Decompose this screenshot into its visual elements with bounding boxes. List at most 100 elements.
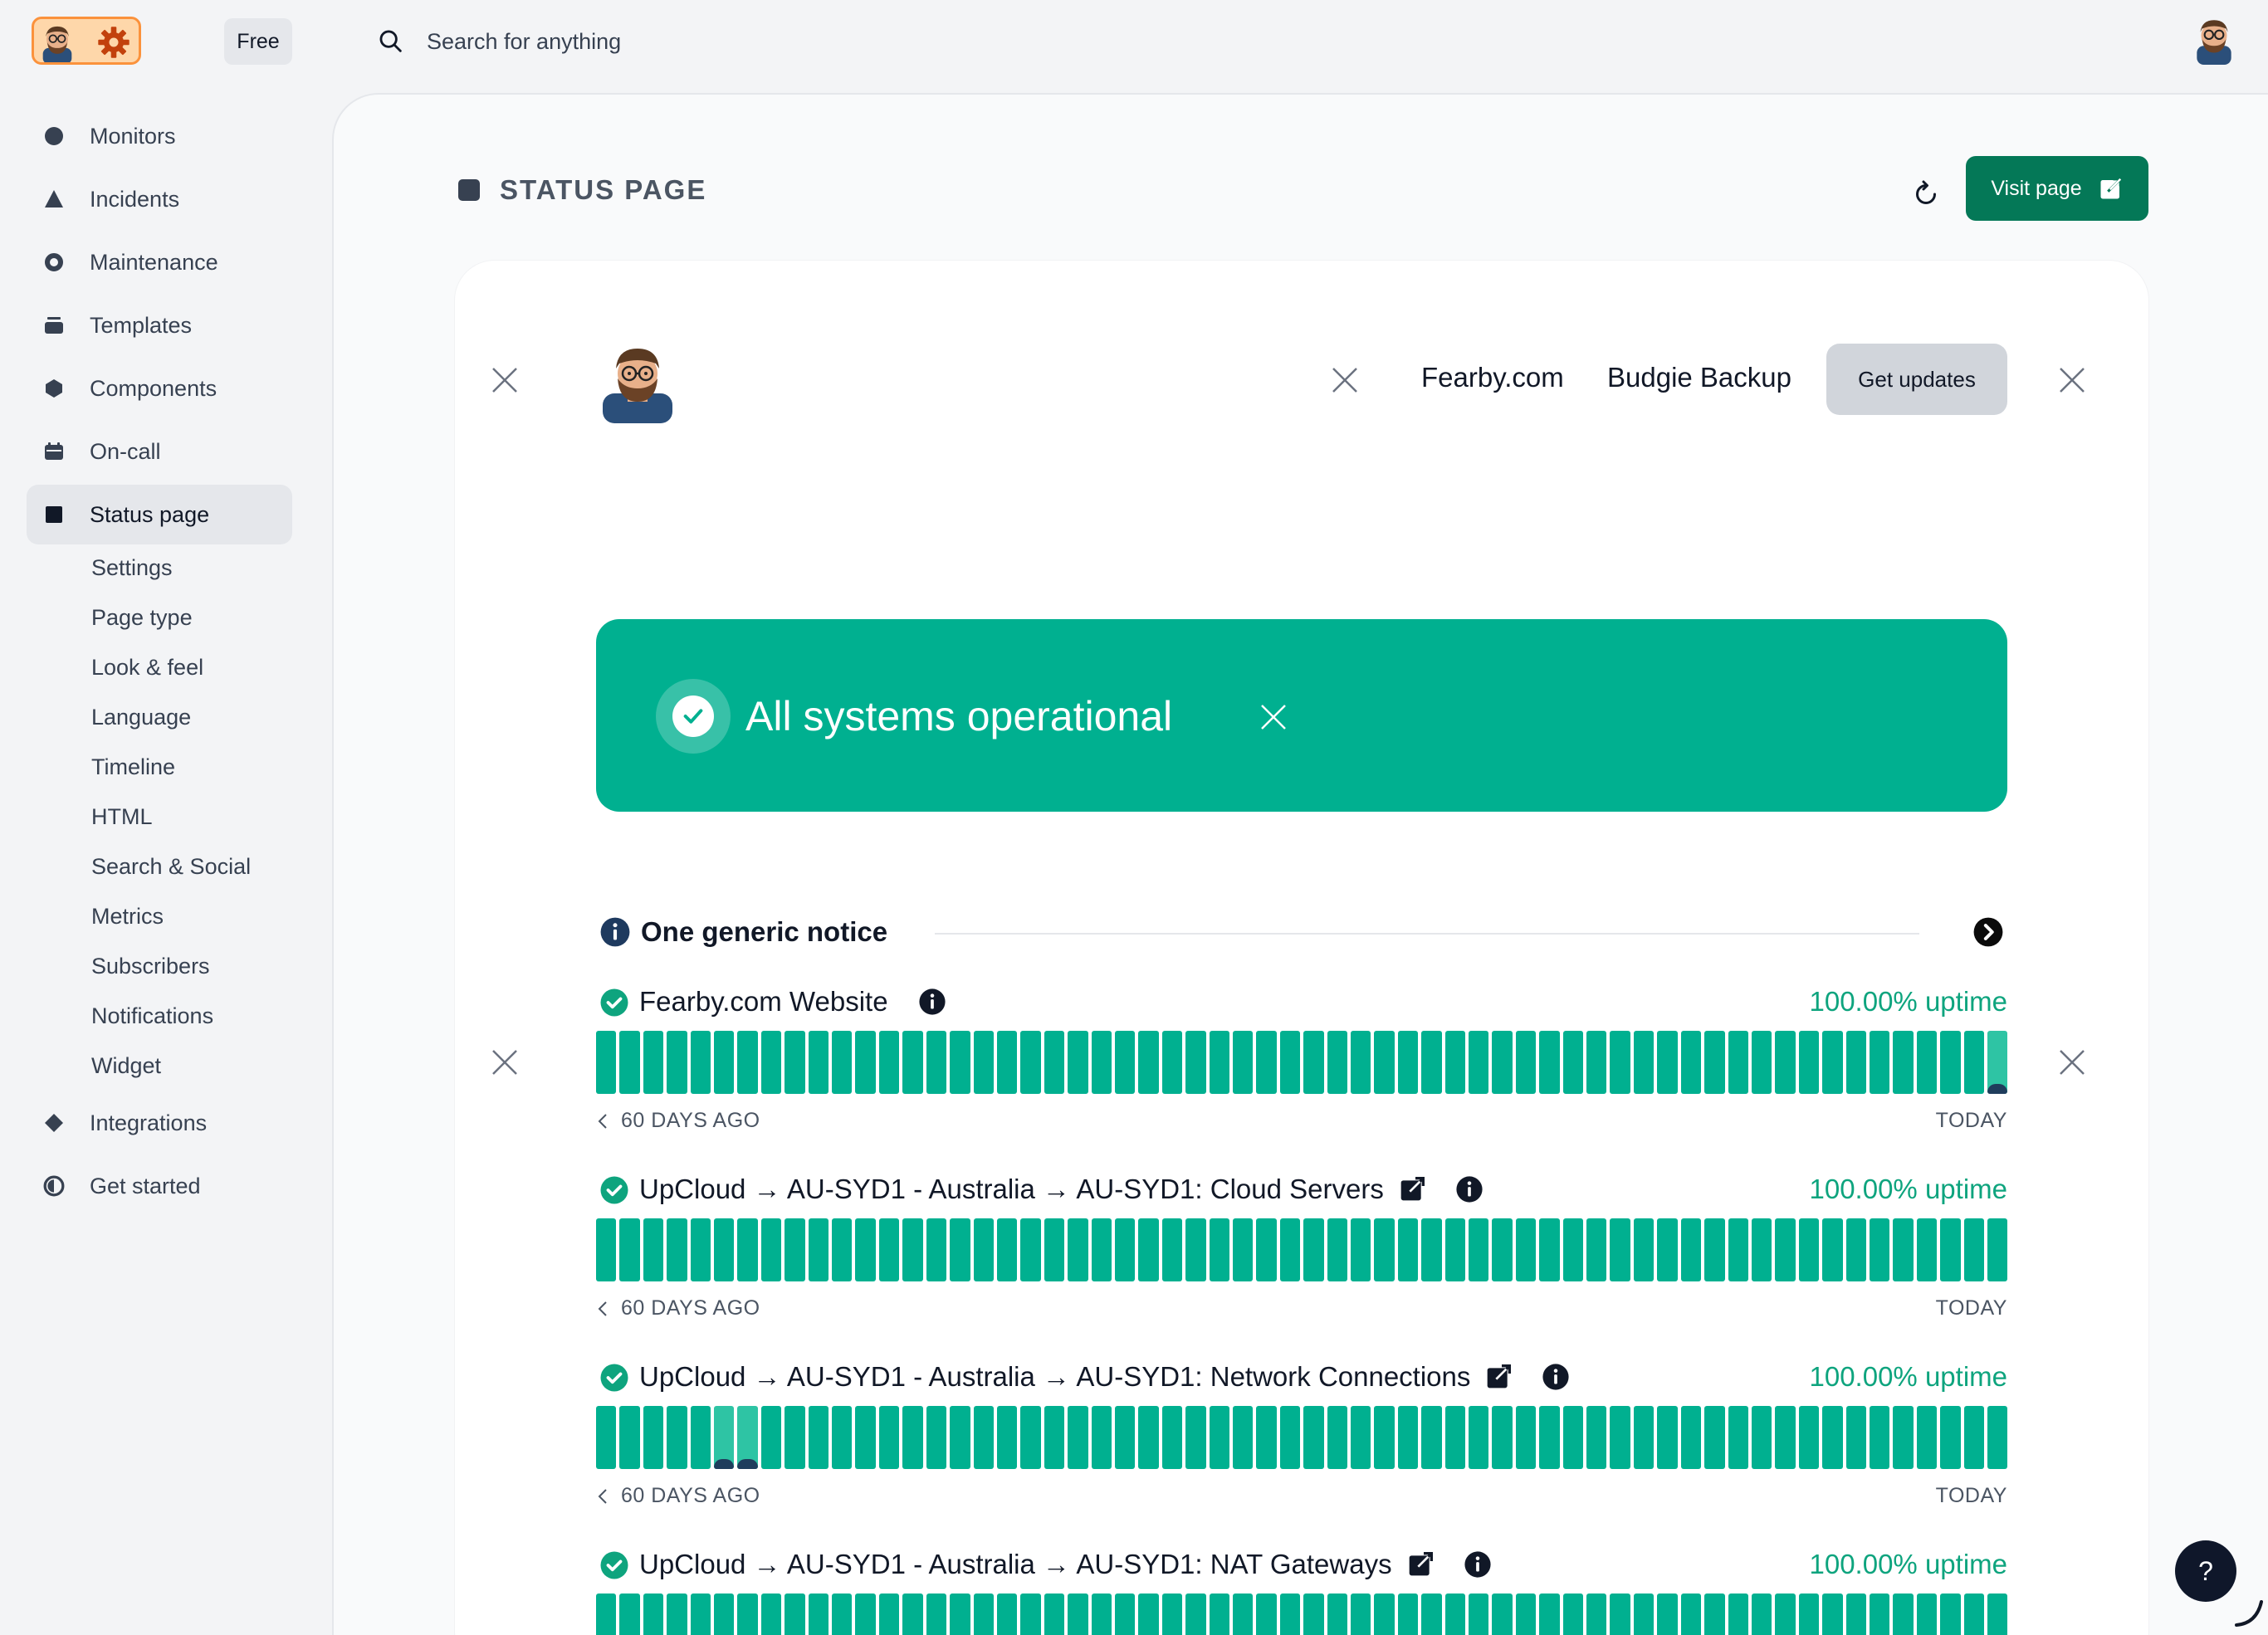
- external-link-icon[interactable]: [1407, 1551, 1434, 1578]
- help-button[interactable]: ?: [2175, 1540, 2236, 1602]
- uptime-day-bar[interactable]: [1351, 1218, 1371, 1281]
- uptime-day-bar[interactable]: [1374, 1594, 1395, 1635]
- uptime-day-bar[interactable]: [950, 1594, 970, 1635]
- uptime-day-bar[interactable]: [1232, 1031, 1254, 1094]
- uptime-day-bar[interactable]: [832, 1031, 853, 1094]
- uptime-day-bar[interactable]: [643, 1218, 664, 1281]
- uptime-day-bar[interactable]: [1091, 1218, 1112, 1281]
- uptime-day-bar[interactable]: [1562, 1031, 1584, 1094]
- uptime-day-bar[interactable]: [785, 1031, 805, 1094]
- uptime-day-bar[interactable]: [1775, 1031, 1796, 1094]
- info-icon[interactable]: [1542, 1363, 1570, 1391]
- uptime-day-bar[interactable]: [1279, 1218, 1301, 1281]
- uptime-day-bar[interactable]: [619, 1218, 640, 1281]
- uptime-day-bar[interactable]: [1704, 1218, 1725, 1281]
- uptime-day-bar[interactable]: [1114, 1594, 1136, 1635]
- uptime-day-bar[interactable]: [619, 1594, 640, 1635]
- uptime-day-bar[interactable]: [996, 1406, 1018, 1469]
- uptime-day-bar[interactable]: [1209, 1594, 1229, 1635]
- sidebar-subitem-notifications[interactable]: Notifications: [91, 1002, 213, 1030]
- uptime-day-bar[interactable]: [926, 1031, 947, 1094]
- uptime-day-bar[interactable]: [1751, 1594, 1772, 1635]
- visit-page-button[interactable]: Visit page: [1966, 156, 2148, 221]
- uptime-day-bar[interactable]: [714, 1594, 735, 1635]
- app-logo[interactable]: [32, 17, 141, 65]
- uptime-day-bar[interactable]: [643, 1594, 664, 1635]
- uptime-day-bar[interactable]: [1351, 1031, 1371, 1094]
- uptime-day-bar[interactable]: [596, 1406, 617, 1469]
- uptime-day-bar[interactable]: [1775, 1218, 1796, 1281]
- uptime-day-bar[interactable]: [1209, 1031, 1229, 1094]
- uptime-day-bar[interactable]: [878, 1406, 900, 1469]
- sidebar-subitem-metrics[interactable]: Metrics: [91, 902, 164, 930]
- uptime-day-bar[interactable]: [619, 1031, 640, 1094]
- uptime-day-bar[interactable]: [1138, 1406, 1159, 1469]
- uptime-day-bar[interactable]: [690, 1406, 711, 1469]
- sidebar-item-components[interactable]: Components: [27, 359, 292, 418]
- uptime-day-bar[interactable]: [902, 1406, 923, 1469]
- uptime-day-bar[interactable]: [1068, 1031, 1088, 1094]
- uptime-day-bar[interactable]: [785, 1218, 805, 1281]
- uptime-day-bar[interactable]: [1232, 1406, 1254, 1469]
- info-icon[interactable]: [918, 988, 946, 1016]
- uptime-day-bar[interactable]: [1232, 1218, 1254, 1281]
- uptime-day-bar[interactable]: [1044, 1031, 1065, 1094]
- uptime-day-bar[interactable]: [760, 1218, 782, 1281]
- uptime-day-bar[interactable]: [1728, 1031, 1748, 1094]
- uptime-day-bar[interactable]: [1869, 1031, 1890, 1094]
- uptime-day-bar[interactable]: [1209, 1218, 1229, 1281]
- sidebar-item-status-page[interactable]: Status page: [27, 485, 292, 544]
- uptime-day-bar[interactable]: [1209, 1406, 1229, 1469]
- uptime-day-bar[interactable]: [596, 1594, 617, 1635]
- uptime-day-bar[interactable]: [1185, 1406, 1206, 1469]
- uptime-day-bar[interactable]: [1728, 1218, 1748, 1281]
- external-link-icon[interactable]: [1399, 1176, 1425, 1203]
- brand-logo[interactable]: [596, 340, 679, 423]
- uptime-day-bar[interactable]: [1020, 1406, 1041, 1469]
- uptime-day-bar[interactable]: [596, 1218, 617, 1281]
- uptime-day-bar[interactable]: [1469, 1594, 1489, 1635]
- uptime-day-bar[interactable]: [1845, 1406, 1866, 1469]
- uptime-day-bar[interactable]: [1586, 1218, 1607, 1281]
- uptime-day-bar[interactable]: [1987, 1031, 2008, 1094]
- uptime-day-bar[interactable]: [1680, 1031, 1702, 1094]
- uptime-day-bar[interactable]: [1327, 1218, 1347, 1281]
- uptime-day-bar[interactable]: [1185, 1031, 1206, 1094]
- uptime-day-bar[interactable]: [1633, 1218, 1655, 1281]
- uptime-day-bar[interactable]: [1327, 1031, 1347, 1094]
- uptime-day-bar[interactable]: [667, 1594, 687, 1635]
- uptime-day-bar[interactable]: [1469, 1406, 1489, 1469]
- uptime-day-bar[interactable]: [1303, 1218, 1324, 1281]
- uptime-day-bar[interactable]: [1704, 1594, 1725, 1635]
- uptime-day-bar[interactable]: [1539, 1594, 1560, 1635]
- uptime-day-bar[interactable]: [1798, 1031, 1820, 1094]
- uptime-day-bar[interactable]: [1114, 1218, 1136, 1281]
- uptime-day-bar[interactable]: [1680, 1218, 1702, 1281]
- uptime-day-bar[interactable]: [996, 1594, 1018, 1635]
- uptime-day-bar[interactable]: [1916, 1594, 1938, 1635]
- get-updates-button[interactable]: Get updates: [1826, 344, 2007, 415]
- uptime-day-bar[interactable]: [1492, 1594, 1513, 1635]
- uptime-day-bar[interactable]: [1633, 1594, 1655, 1635]
- uptime-day-bar[interactable]: [1633, 1406, 1655, 1469]
- uptime-day-bar[interactable]: [1610, 1594, 1630, 1635]
- uptime-day-bar[interactable]: [832, 1594, 853, 1635]
- uptime-day-bar[interactable]: [737, 1031, 758, 1094]
- uptime-day-bar[interactable]: [667, 1218, 687, 1281]
- uptime-day-bar[interactable]: [760, 1031, 782, 1094]
- uptime-day-bar[interactable]: [1940, 1406, 1961, 1469]
- uptime-day-bar[interactable]: [1374, 1218, 1395, 1281]
- uptime-day-bar[interactable]: [973, 1218, 994, 1281]
- uptime-day-bar[interactable]: [902, 1594, 923, 1635]
- uptime-day-bar[interactable]: [1397, 1406, 1419, 1469]
- uptime-day-bar[interactable]: [1515, 1031, 1537, 1094]
- uptime-day-bar[interactable]: [1610, 1218, 1630, 1281]
- uptime-day-bar[interactable]: [1845, 1594, 1866, 1635]
- uptime-day-bar[interactable]: [1822, 1406, 1843, 1469]
- sidebar-subitem-html[interactable]: HTML: [91, 803, 153, 831]
- uptime-day-bar[interactable]: [714, 1406, 735, 1469]
- uptime-day-bar[interactable]: [855, 1218, 876, 1281]
- uptime-day-bar[interactable]: [1987, 1594, 2008, 1635]
- sidebar-subitem-page-type[interactable]: Page type: [91, 603, 193, 632]
- uptime-day-bar[interactable]: [1232, 1594, 1254, 1635]
